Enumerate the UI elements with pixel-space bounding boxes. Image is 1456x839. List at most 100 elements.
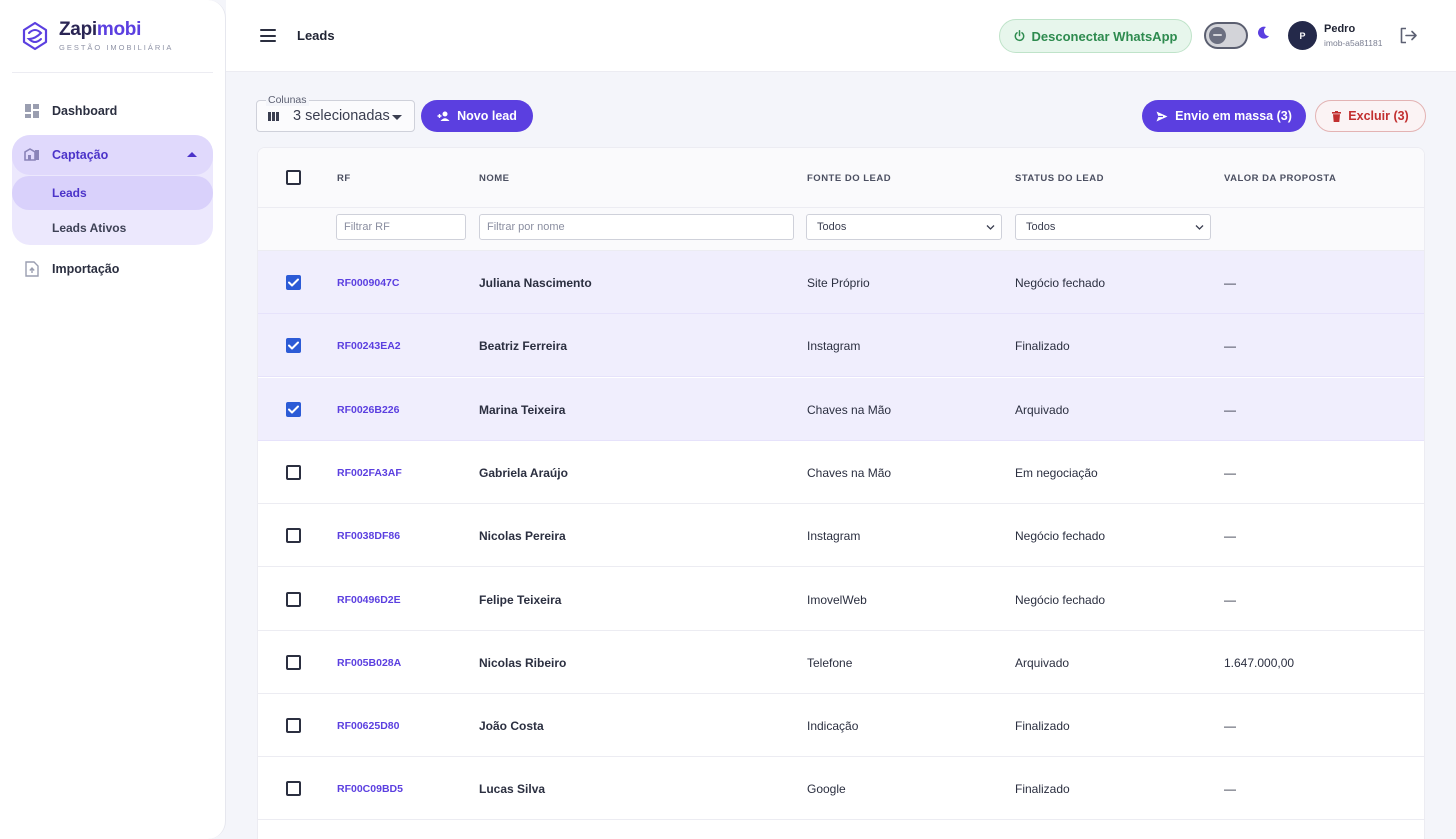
source-cell: ImovelWeb — [807, 592, 867, 607]
bulk-send-label: Envio em massa (3) — [1175, 109, 1292, 123]
disconnect-whatsapp-label: Desconectar WhatsApp — [1031, 28, 1178, 44]
add-user-icon — [437, 111, 450, 121]
chevron-down-icon — [1195, 225, 1204, 230]
select-all-checkbox[interactable] — [286, 170, 301, 185]
table-row[interactable]: RF005B028A Nicolas Ribeiro Telefone Arquiva… — [258, 630, 1424, 694]
user-id: imob-a5a81181 — [1324, 38, 1383, 48]
new-lead-button[interactable]: Novo lead — [421, 100, 533, 132]
source-cell: Chaves na Mão — [807, 465, 892, 480]
source-cell: Site Próprio — [807, 276, 870, 290]
row-checkbox[interactable] — [286, 464, 301, 480]
new-lead-label: Novo lead — [457, 109, 517, 123]
status-cell: Negócio fechado — [1015, 529, 1106, 544]
source-filter-select[interactable]: Todos — [806, 214, 1002, 240]
brand-name-part2: mobi — [96, 19, 142, 40]
table-row[interactable]: RF00C09BD5 Lucas Silva Google Finalizado — — [258, 757, 1424, 821]
menu-icon[interactable] — [260, 29, 276, 42]
row-checkbox[interactable] — [286, 275, 301, 290]
send-icon — [1156, 111, 1168, 122]
sidebar-item-leads[interactable]: Leads — [12, 176, 213, 210]
check-icon — [288, 278, 299, 287]
rf-cell[interactable]: RF00625D80 — [337, 720, 399, 732]
name-cell: Juliana Nascimento — [479, 276, 592, 290]
table-row[interactable]: RF0038DF86 Nicolas Pereira Instagram Negóci… — [258, 504, 1424, 568]
proposal-value-cell: — — [1224, 402, 1236, 417]
sidebar-item-captacao[interactable]: Captação — [12, 135, 213, 175]
table-row[interactable]: RF002FA3AF Gabriela Araújo Chaves na Mão Em… — [258, 440, 1424, 504]
rf-cell[interactable]: RF005B028A — [337, 657, 401, 669]
brand-text: Zapimobi GESTÃO IMOBILIÁRIA — [59, 19, 173, 53]
table-row[interactable]: RF0009047C Juliana Nascimento Site Próprio… — [258, 251, 1424, 314]
name-filter-input[interactable]: Filtrar por nome — [479, 214, 794, 240]
status-filter-value: Todos — [1026, 221, 1056, 233]
row-checkbox[interactable] — [286, 654, 301, 670]
delete-button[interactable]: Excluir (3) — [1315, 100, 1426, 132]
rf-cell[interactable]: RF002FA3AF — [337, 467, 402, 479]
proposal-value-cell: — — [1224, 719, 1236, 734]
table-row[interactable]: RF00496D2E Felipe Teixeira ImovelWeb Negóci… — [258, 567, 1424, 631]
building-icon — [24, 147, 40, 163]
table-row[interactable]: RF00243EA2 Beatriz Ferreira Instagram Final… — [258, 314, 1424, 378]
column-header-nome[interactable]: NOME — [479, 173, 510, 184]
table-row[interactable]: RF0026B226 Marina Teixeira Chaves na Mão Ar… — [258, 377, 1424, 441]
sidebar-item-label: Leads — [52, 186, 87, 200]
filter-row: Filtrar RF Filtrar por nome Todos Todos — [258, 208, 1424, 251]
disconnect-whatsapp-button[interactable]: Desconectar WhatsApp — [999, 19, 1192, 53]
row-checkbox[interactable] — [286, 591, 301, 607]
rf-cell[interactable]: RF0026B226 — [337, 404, 399, 416]
logout-icon[interactable] — [1399, 27, 1418, 44]
dashboard-icon — [24, 103, 40, 119]
source-filter-value: Todos — [817, 221, 847, 233]
name-cell: Nicolas Ribeiro — [479, 655, 567, 670]
rf-cell[interactable]: RF00496D2E — [337, 594, 401, 606]
name-cell: Marina Teixeira — [479, 402, 566, 417]
name-cell: Felipe Teixeira — [479, 592, 562, 607]
status-filter-select[interactable]: Todos — [1015, 214, 1211, 240]
proposal-value-cell: — — [1224, 782, 1236, 797]
brand[interactable]: Zapimobi GESTÃO IMOBILIÁRIA — [22, 20, 173, 52]
row-checkbox[interactable] — [286, 338, 301, 354]
check-icon — [288, 341, 299, 350]
row-checkbox[interactable] — [286, 401, 301, 417]
proposal-value-cell: — — [1224, 276, 1236, 290]
rf-cell[interactable]: RF0038DF86 — [337, 530, 400, 542]
sidebar-item-leads-ativos[interactable]: Leads Ativos — [12, 211, 213, 245]
source-cell: Indicação — [807, 719, 859, 734]
rf-cell[interactable]: RF00243EA2 — [337, 340, 401, 352]
status-cell: Finalizado — [1015, 339, 1070, 354]
bulk-send-button[interactable]: Envio em massa (3) — [1142, 100, 1306, 132]
name-cell: Lucas Silva — [479, 782, 546, 797]
source-cell: Telefone — [807, 655, 853, 670]
chevron-up-icon — [187, 152, 197, 157]
name-cell: Beatriz Ferreira — [479, 339, 568, 354]
column-header-rf[interactable]: RF — [337, 173, 351, 184]
column-header-valor[interactable]: VALOR DA PROPOSTA — [1224, 173, 1336, 184]
sidebar-item-label: Dashboard — [52, 104, 118, 118]
column-header-fonte[interactable]: FONTE DO LEAD — [807, 173, 891, 184]
column-header-status[interactable]: STATUS DO LEAD — [1015, 173, 1104, 184]
row-checkbox[interactable] — [286, 781, 301, 797]
sidebar-item-importacao[interactable]: Importação — [12, 251, 213, 287]
row-checkbox[interactable] — [286, 718, 301, 734]
rf-cell[interactable]: RF0009047C — [337, 277, 399, 289]
table-header: RF NOME FONTE DO LEAD STATUS DO LEAD VAL… — [258, 148, 1424, 208]
rf-filter-input[interactable]: Filtrar RF — [336, 214, 466, 240]
rf-cell[interactable]: RF00C09BD5 — [337, 783, 403, 795]
status-cell: Negócio fechado — [1015, 276, 1106, 290]
moon-icon — [1258, 26, 1269, 39]
page-title: Leads — [297, 28, 335, 43]
leads-table: RF NOME FONTE DO LEAD STATUS DO LEAD VAL… — [257, 147, 1425, 839]
sidebar-item-dashboard[interactable]: Dashboard — [12, 93, 213, 129]
status-cell: Negócio fechado — [1015, 592, 1106, 607]
sidebar-group-captacao: Captação Leads Leads Ativos — [12, 135, 213, 245]
chevron-down-icon — [392, 115, 402, 120]
row-checkbox[interactable] — [286, 528, 301, 544]
theme-toggle[interactable] — [1204, 22, 1248, 49]
name-cell: Gabriela Araújo — [479, 465, 568, 480]
status-cell: Finalizado — [1015, 719, 1070, 734]
avatar[interactable]: P — [1288, 21, 1317, 50]
status-cell: Finalizado — [1015, 782, 1070, 797]
columns-icon — [268, 112, 279, 121]
source-cell: Chaves na Mão — [807, 402, 892, 417]
table-row[interactable]: RF00625D80 João Costa Indicação Finalizado — — [258, 694, 1424, 758]
